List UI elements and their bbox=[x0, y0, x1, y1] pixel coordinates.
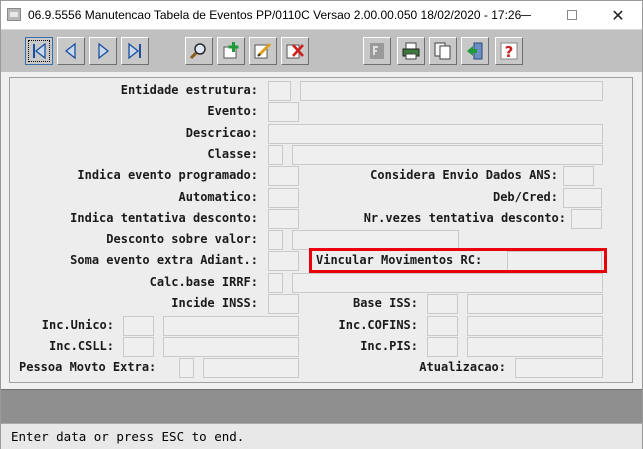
label-considera-envio-dados-ans: Considera Envio Dados ANS: bbox=[370, 168, 558, 182]
deb-cred-field[interactable] bbox=[563, 188, 602, 208]
search-icon bbox=[189, 43, 206, 60]
delete-icon bbox=[286, 44, 304, 59]
inc-unico-field[interactable] bbox=[123, 316, 154, 336]
calc-base-irrf-description-field bbox=[292, 273, 603, 293]
classe-description-field bbox=[292, 145, 603, 165]
base-iss-field[interactable] bbox=[427, 294, 458, 314]
label-nr-vezes-tentativa-desconto: Nr.vezes tentativa desconto: bbox=[363, 211, 566, 225]
desconto-sobre-valor-description-field bbox=[292, 230, 459, 250]
label-base-iss: Base ISS: bbox=[352, 296, 418, 310]
window-title: 06.9.5556 Manutencao Tabela de Eventos P… bbox=[28, 8, 522, 22]
status-message: Enter data or press ESC to end. bbox=[11, 429, 245, 444]
indica-tentativa-desconto-field[interactable] bbox=[268, 209, 299, 229]
minimize-button[interactable] bbox=[503, 1, 549, 29]
automatico-field[interactable] bbox=[268, 188, 299, 208]
calc-base-irrf-field[interactable] bbox=[268, 273, 283, 293]
minimize-icon bbox=[521, 14, 531, 16]
svg-text:?: ? bbox=[505, 43, 514, 61]
bottom-panel bbox=[1, 389, 642, 423]
entidade-estrutura-code-field[interactable] bbox=[268, 81, 291, 101]
inc-cofins-description-field bbox=[467, 316, 603, 336]
evento-field[interactable] bbox=[268, 102, 299, 122]
label-desconto-sobre-valor: Desconto sobre valor: bbox=[106, 232, 258, 246]
maximize-button[interactable] bbox=[549, 1, 595, 29]
edit-icon bbox=[254, 42, 272, 59]
vincular-movimentos-rc-highlight bbox=[309, 248, 607, 273]
last-record-button[interactable] bbox=[121, 37, 149, 65]
label-inc-unico: Inc.Unico: bbox=[41, 318, 114, 332]
label-indica-tentativa-desconto: Indica tentativa desconto: bbox=[70, 211, 258, 225]
inc-csll-description-field bbox=[163, 337, 299, 357]
close-button[interactable]: ✕ bbox=[595, 1, 641, 29]
next-record-button[interactable] bbox=[89, 37, 117, 65]
help-button[interactable]: ? bbox=[495, 37, 523, 65]
copy-button[interactable] bbox=[429, 37, 457, 65]
title-bar: 06.9.5556 Manutencao Tabela de Eventos P… bbox=[1, 1, 642, 29]
label-soma-evento-extra-adiant: Soma evento extra Adiant.: bbox=[70, 253, 258, 267]
indica-evento-programado-field[interactable] bbox=[268, 166, 299, 186]
filter-button[interactable] bbox=[363, 37, 391, 65]
label-descricao: Descricao: bbox=[185, 126, 258, 140]
atualizacao-field[interactable] bbox=[515, 358, 603, 378]
print-button[interactable] bbox=[397, 37, 425, 65]
next-record-icon bbox=[98, 42, 110, 60]
first-record-icon bbox=[33, 42, 46, 60]
previous-record-icon bbox=[64, 42, 76, 60]
add-icon bbox=[223, 42, 239, 59]
label-inc-cofins: Inc.COFINS: bbox=[338, 318, 418, 332]
inc-pis-field[interactable] bbox=[427, 337, 458, 357]
exit-button[interactable] bbox=[461, 37, 489, 65]
delete-button[interactable] bbox=[281, 37, 309, 65]
status-bar: Enter data or press ESC to end. bbox=[1, 423, 642, 449]
base-iss-description-field bbox=[467, 294, 603, 314]
label-deb-cred: Deb/Cred: bbox=[492, 190, 558, 204]
print-icon bbox=[402, 42, 420, 60]
previous-record-button[interactable] bbox=[57, 37, 85, 65]
label-calc-base-irrf: Calc.base IRRF: bbox=[149, 275, 258, 289]
first-record-button[interactable] bbox=[25, 37, 53, 65]
descricao-field[interactable] bbox=[268, 124, 603, 144]
last-record-icon bbox=[128, 42, 141, 60]
desconto-sobre-valor-field[interactable] bbox=[268, 230, 283, 250]
entidade-estrutura-description-field bbox=[300, 81, 603, 101]
inc-pis-description-field bbox=[467, 337, 603, 357]
pessoa-movto-extra-field[interactable] bbox=[179, 358, 194, 378]
soma-evento-extra-adiant-field[interactable] bbox=[268, 251, 299, 271]
search-button[interactable] bbox=[185, 37, 213, 65]
label-incide-inss: Incide INSS: bbox=[171, 296, 258, 310]
label-atualizacao: Atualizacao: bbox=[419, 360, 506, 374]
form-panel: Entidade estrutura: Evento: Descricao: C… bbox=[9, 77, 633, 383]
app-icon bbox=[7, 8, 21, 21]
help-icon: ? bbox=[500, 42, 518, 61]
label-pessoa-movto-extra: Pessoa Movto Extra: bbox=[19, 360, 157, 374]
close-icon: ✕ bbox=[611, 5, 625, 25]
filter-icon bbox=[370, 43, 384, 59]
app-window: 06.9.5556 Manutencao Tabela de Eventos P… bbox=[0, 0, 643, 449]
pessoa-movto-extra-description-field bbox=[203, 358, 299, 378]
inc-cofins-field[interactable] bbox=[427, 316, 458, 336]
nr-vezes-tentativa-desconto-field[interactable] bbox=[571, 209, 602, 229]
edit-group bbox=[185, 34, 315, 68]
incide-inss-field[interactable] bbox=[268, 294, 299, 314]
label-evento: Evento: bbox=[207, 104, 258, 118]
add-button[interactable] bbox=[217, 37, 245, 65]
label-entidade-estrutura: Entidade estrutura: bbox=[120, 83, 258, 97]
navigation-group bbox=[25, 34, 155, 68]
considera-envio-dados-ans-field[interactable] bbox=[563, 166, 594, 186]
label-automatico: Automatico: bbox=[178, 190, 258, 204]
label-indica-evento-programado: Indica evento programado: bbox=[77, 168, 258, 182]
toolbar: ? bbox=[1, 29, 642, 72]
misc-group: ? bbox=[363, 34, 529, 68]
label-inc-csll: Inc.CSLL: bbox=[48, 339, 114, 353]
label-inc-pis: Inc.PIS: bbox=[360, 339, 418, 353]
inc-csll-field[interactable] bbox=[123, 337, 154, 357]
edit-button[interactable] bbox=[249, 37, 277, 65]
maximize-icon bbox=[567, 10, 577, 20]
label-classe: Classe: bbox=[207, 147, 258, 161]
exit-icon bbox=[467, 42, 483, 60]
copy-icon bbox=[434, 42, 451, 60]
classe-code-field[interactable] bbox=[268, 145, 283, 165]
inc-unico-description-field bbox=[163, 316, 299, 336]
